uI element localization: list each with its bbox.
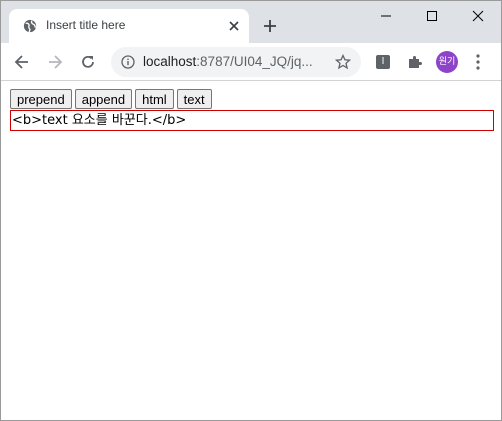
url-text[interactable]: localhost:8787/UI04_JQ/jq... [143, 54, 313, 69]
maximize-button[interactable] [409, 1, 455, 31]
url-path: :8787/UI04_JQ/jq... [196, 54, 313, 69]
extensions-puzzle-icon[interactable] [407, 54, 423, 70]
target-div: <b>text 요소를 바꾼다.</b> [10, 110, 494, 131]
bookmark-star-icon[interactable] [335, 54, 351, 70]
more-menu-icon[interactable] [476, 54, 480, 70]
button-row: prepend append html text [10, 89, 215, 109]
append-button[interactable]: append [74, 89, 133, 109]
profile-avatar[interactable]: 원기 [436, 51, 458, 73]
forward-arrow-icon[interactable] [46, 53, 64, 71]
text-button[interactable]: text [176, 89, 212, 109]
browser-toolbar: localhost:8787/UI04_JQ/jq... I 원기 [1, 43, 501, 81]
new-tab-icon[interactable] [262, 18, 278, 34]
minimize-icon [381, 15, 391, 17]
address-bar[interactable]: localhost:8787/UI04_JQ/jq... [111, 47, 361, 77]
reload-icon[interactable] [79, 53, 97, 71]
url-host: localhost [143, 54, 197, 69]
close-tab-icon[interactable] [227, 19, 241, 33]
info-icon[interactable] [121, 55, 135, 69]
tab-strip: Insert title here [1, 1, 501, 43]
html-button[interactable]: html [135, 89, 174, 109]
prepend-button[interactable]: prepend [10, 89, 72, 109]
minimize-button[interactable] [363, 1, 409, 31]
page-content: prepend append html text <b>text 요소를 바꾼다.</… [1, 81, 501, 420]
tab-active[interactable]: Insert title here [9, 9, 249, 43]
back-arrow-icon[interactable] [13, 53, 31, 71]
extension-icon[interactable]: I [376, 55, 390, 69]
close-icon [472, 10, 484, 22]
tab-title: Insert title here [46, 18, 126, 32]
globe-icon [23, 19, 37, 33]
maximize-icon [427, 11, 437, 21]
browser-window: Insert title here localhost:8787/UI04_JQ… [0, 0, 502, 421]
close-window-button[interactable] [455, 1, 501, 31]
